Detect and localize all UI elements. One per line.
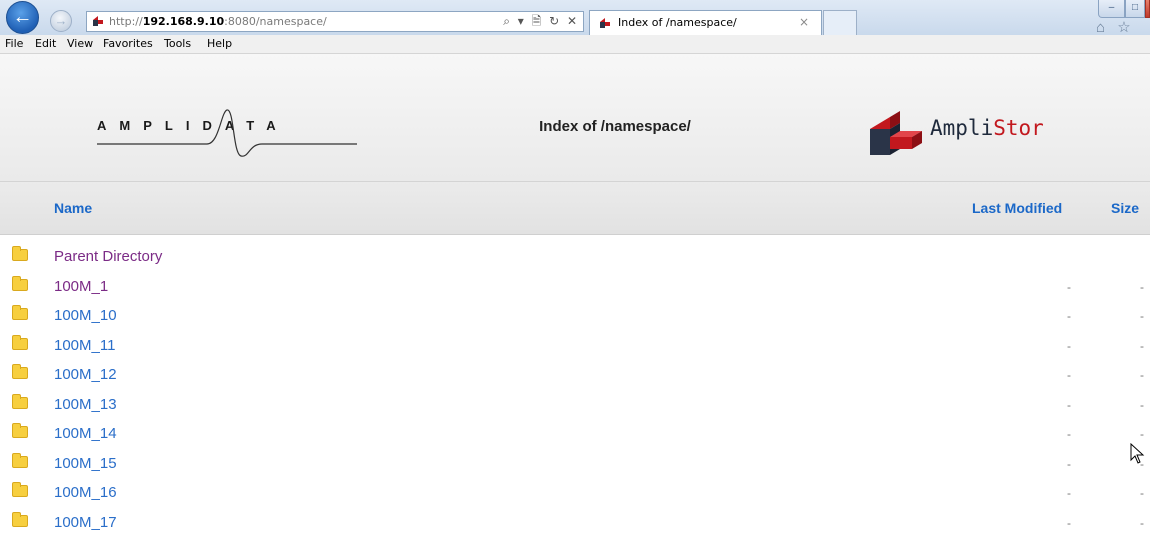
menu-edit[interactable]: Edit: [35, 35, 56, 53]
amplidata-wave-icon: [97, 106, 367, 166]
tab-favicon-icon: [598, 16, 612, 30]
directory-listing: Parent Directory 100M_1 - - 100M_10 - - …: [0, 244, 1150, 539]
last-modified-cell: -: [1067, 427, 1071, 441]
page-header: AMPLIDATA Index of /namespace/ AmpliStor: [0, 54, 1150, 182]
menu-view[interactable]: View: [67, 35, 93, 53]
last-modified-cell: -: [1067, 516, 1071, 530]
size-cell: -: [1140, 339, 1144, 353]
back-button[interactable]: ←: [6, 1, 39, 34]
size-cell: -: [1140, 280, 1144, 294]
folder-link[interactable]: 100M_12: [54, 366, 117, 383]
list-item: 100M_10 - -: [0, 303, 1150, 333]
list-item: 100M_15 - -: [0, 451, 1150, 481]
last-modified-cell: -: [1067, 398, 1071, 412]
browser-chrome: ← → http://192.168.9.10:8080/namespace/ …: [0, 0, 1150, 35]
menu-file[interactable]: File: [5, 35, 23, 53]
folder-icon: [12, 367, 28, 379]
last-modified-cell: -: [1067, 309, 1071, 323]
last-modified-cell: -: [1067, 339, 1071, 353]
menu-favorites[interactable]: Favorites: [103, 35, 153, 53]
list-item: 100M_12 - -: [0, 362, 1150, 392]
site-favicon-icon: [91, 14, 105, 28]
tab-title: Index of /namespace/: [618, 11, 737, 34]
column-header-size[interactable]: Size: [1111, 200, 1139, 216]
folder-link[interactable]: 100M_10: [54, 307, 117, 324]
list-item: 100M_1 - -: [0, 274, 1150, 304]
folder-link[interactable]: 100M_17: [54, 514, 117, 531]
close-window-button[interactable]: [1145, 0, 1150, 18]
folder-icon: [12, 279, 28, 291]
folder-link[interactable]: 100M_14: [54, 425, 117, 442]
size-cell: -: [1140, 309, 1144, 323]
size-cell: -: [1140, 516, 1144, 530]
forward-arrow-icon: →: [55, 13, 68, 28]
folder-icon: [12, 515, 28, 527]
minimize-button[interactable]: –: [1098, 0, 1125, 18]
back-arrow-icon: ←: [13, 6, 33, 28]
amplistor-logo-icon: [866, 107, 928, 161]
url-path: :8080/namespace/: [224, 15, 327, 28]
tab-index-of-namespace[interactable]: Index of /namespace/ ×: [589, 10, 822, 35]
url-host: 192.168.9.10: [143, 15, 224, 28]
folder-icon: [12, 338, 28, 350]
folder-icon: [12, 426, 28, 438]
list-item-parent-directory: Parent Directory: [0, 244, 1150, 274]
last-modified-cell: -: [1067, 368, 1071, 382]
folder-icon: [12, 485, 28, 497]
list-item: 100M_11 - -: [0, 333, 1150, 363]
last-modified-cell: -: [1067, 486, 1071, 500]
last-modified-cell: -: [1067, 457, 1071, 471]
menu-tools[interactable]: Tools: [164, 35, 191, 53]
menu-bar: File Edit View Favorites Tools Help: [0, 35, 1150, 54]
maximize-button[interactable]: □: [1125, 0, 1145, 18]
folder-icon: [12, 249, 28, 261]
folder-link[interactable]: 100M_11: [54, 337, 115, 354]
folder-link[interactable]: 100M_16: [54, 484, 117, 501]
size-cell: -: [1140, 368, 1144, 382]
mouse-cursor-icon: [1130, 443, 1146, 465]
home-favorites-icons[interactable]: ⌂ ☆: [1096, 18, 1135, 36]
folder-link[interactable]: 100M_13: [54, 396, 117, 413]
size-cell: -: [1140, 398, 1144, 412]
url-scheme: http://: [109, 15, 143, 28]
folder-icon: [12, 397, 28, 409]
column-header-last-modified[interactable]: Last Modified: [972, 200, 1062, 216]
size-cell: -: [1140, 427, 1144, 441]
list-item: 100M_14 - -: [0, 421, 1150, 451]
size-cell: -: [1140, 486, 1144, 500]
folder-link[interactable]: 100M_1: [54, 278, 108, 295]
amplistor-text-b: Stor: [993, 116, 1044, 140]
address-tools-icons[interactable]: ⌕ ▾ 🗎 ↻ ✕: [503, 12, 579, 31]
folder-icon: [12, 308, 28, 320]
tab-close-icon[interactable]: ×: [799, 11, 809, 34]
list-item: 100M_13 - -: [0, 392, 1150, 422]
menu-help[interactable]: Help: [207, 35, 232, 53]
new-tab-button[interactable]: [823, 10, 857, 35]
folder-link[interactable]: 100M_15: [54, 455, 117, 472]
column-header-name[interactable]: Name: [54, 200, 92, 216]
url-text: http://192.168.9.10:8080/namespace/: [109, 12, 327, 31]
list-item: 100M_17 - -: [0, 510, 1150, 539]
amplistor-text-a: Ampli: [930, 116, 993, 140]
amplistor-logo-text: AmpliStor: [930, 116, 1044, 140]
column-header-bar: Name Last Modified Size: [0, 182, 1150, 235]
parent-directory-link[interactable]: Parent Directory: [54, 248, 162, 265]
forward-button[interactable]: →: [50, 10, 72, 32]
last-modified-cell: -: [1067, 280, 1071, 294]
folder-icon: [12, 456, 28, 468]
address-bar[interactable]: http://192.168.9.10:8080/namespace/ ⌕ ▾ …: [86, 11, 584, 32]
list-item: 100M_16 - -: [0, 480, 1150, 510]
